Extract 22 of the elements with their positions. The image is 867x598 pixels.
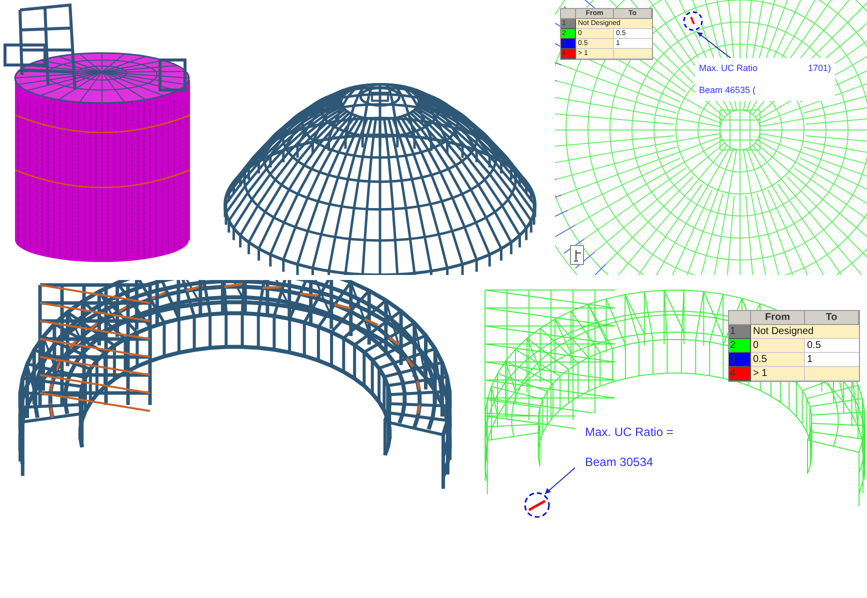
column-header: From [751, 311, 805, 325]
callout-text: Beam 30534 [585, 454, 654, 471]
color-swatch: 4 [729, 367, 751, 381]
member-highlight-icon [683, 11, 703, 31]
callout-text: Beam 46535 ( [699, 84, 756, 97]
leader-line [696, 32, 734, 60]
color-swatch: 3 [729, 353, 751, 367]
table-cell: 1 [805, 353, 859, 367]
table-cell: 0.5 [751, 353, 805, 367]
color-swatch: 1 [729, 325, 751, 339]
table-cell: 0.5 [805, 339, 859, 353]
callout-text: 1701) [808, 62, 831, 75]
column-header: To [805, 311, 859, 325]
axis-icon [570, 245, 584, 265]
callout-text: Max. UC Ratio [699, 62, 758, 75]
member-highlight-icon [524, 492, 550, 518]
leader-line [544, 466, 578, 494]
callout-text: Max. UC Ratio = [585, 424, 674, 441]
color-swatch: 2 [729, 339, 751, 353]
table-cell: Not Designed [751, 325, 859, 339]
table-cell: > 1 [751, 367, 805, 381]
table-cell: 0 [751, 339, 805, 353]
